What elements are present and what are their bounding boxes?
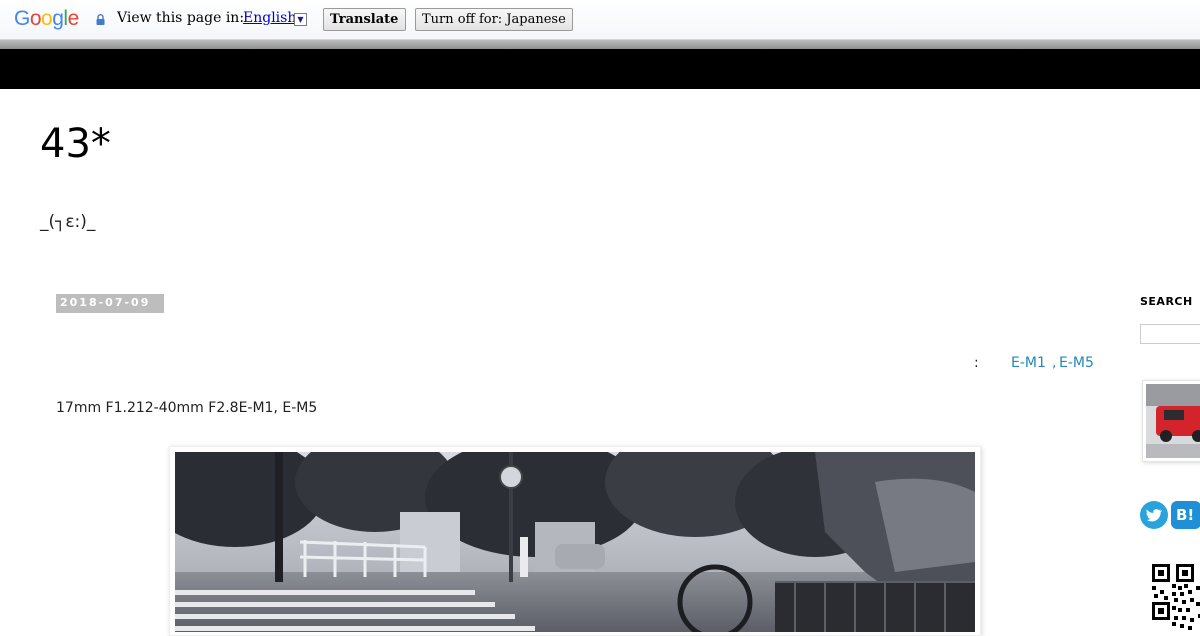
- google-logo-letter: o: [29, 7, 42, 30]
- post-body-text: 17mm F1.212-40mm F2.8E-M1, E-M5: [56, 400, 318, 416]
- sidebar-search-title: SEARCH: [1140, 295, 1193, 308]
- chevron-down-icon[interactable]: ▼: [294, 13, 307, 26]
- google-logo-letter: o: [41, 7, 53, 30]
- google-logo-letter: G: [14, 7, 30, 30]
- labels-colon: :: [974, 355, 979, 371]
- sidebar-thumbnail-frame[interactable]: [1142, 380, 1200, 462]
- post-photo-frame: [169, 446, 981, 636]
- turn-off-translate-button[interactable]: Turn off for: Japanese: [415, 8, 573, 31]
- post-date-badge: 2018-07-09: [56, 294, 164, 313]
- google-logo-letter: e: [67, 7, 80, 30]
- sidebar-thumbnail: [1146, 384, 1200, 458]
- hatena-bookmark-button[interactable]: B!: [1171, 501, 1200, 529]
- translate-button[interactable]: Translate: [323, 8, 406, 31]
- blog-description: _(┐ε:)_: [40, 212, 96, 232]
- sidebar-search-input[interactable]: [1140, 324, 1200, 344]
- label-link-em1[interactable]: E-M1: [1011, 353, 1046, 373]
- qr-code-icon: [1150, 562, 1200, 632]
- labels-separator: ,: [1052, 355, 1057, 371]
- google-translate-bar: Google View this page in: English ▼ Tran…: [0, 0, 1200, 40]
- twitter-icon[interactable]: [1140, 501, 1168, 529]
- view-page-label: View this page in:: [117, 10, 245, 26]
- google-logo-letter: g: [52, 7, 64, 30]
- google-logo: Google: [14, 8, 79, 30]
- post-photo[interactable]: [175, 452, 975, 632]
- language-select-link[interactable]: English: [243, 10, 296, 26]
- top-navigation-band: [0, 49, 1200, 89]
- header-shadow-strip: [0, 40, 1200, 49]
- blog-title[interactable]: 43*: [40, 120, 111, 168]
- label-link-em5[interactable]: E-M5: [1059, 353, 1094, 373]
- lock-icon: [96, 14, 105, 25]
